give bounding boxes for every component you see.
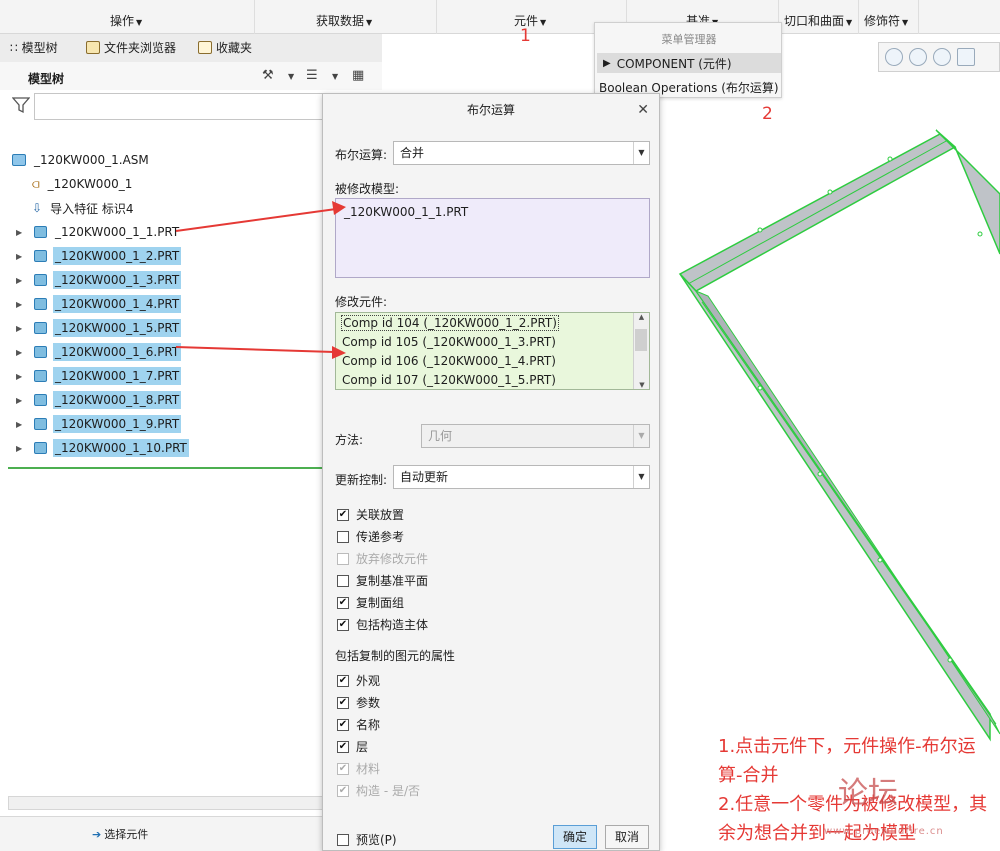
annotation-number-1: 1	[520, 26, 531, 46]
annotation-number-2: 2	[762, 104, 773, 124]
annotation-arrows	[175, 201, 346, 359]
watermark: 论坛	[838, 776, 898, 811]
watermark-url: www.proewildfire.cn	[824, 826, 944, 837]
